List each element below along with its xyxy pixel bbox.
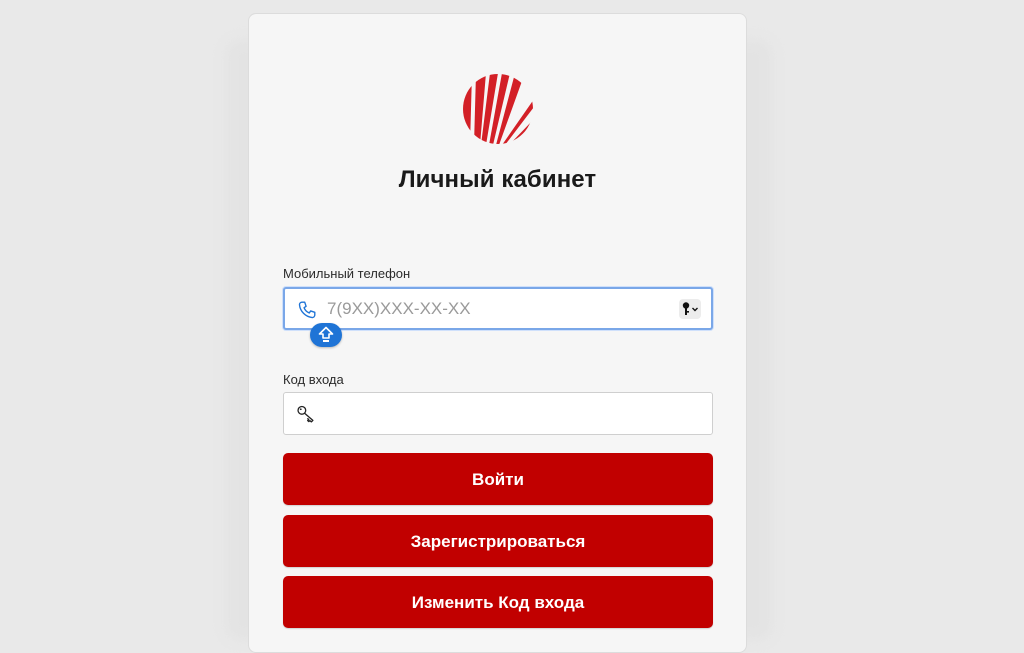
- keychain-icon: [682, 302, 698, 315]
- key-icon: [297, 405, 314, 423]
- keychain-autofill-button[interactable]: [679, 299, 701, 319]
- caps-lock-icon: [318, 326, 334, 342]
- phone-input[interactable]: [327, 295, 657, 323]
- code-field[interactable]: [283, 392, 713, 435]
- register-button[interactable]: Зарегистрироваться: [283, 515, 713, 567]
- code-input[interactable]: [326, 399, 656, 427]
- change-code-button[interactable]: Изменить Код входа: [283, 576, 713, 628]
- phone-label: Мобильный телефон: [283, 266, 411, 281]
- caps-lock-indicator: [310, 323, 342, 347]
- brand-logo: [463, 74, 533, 144]
- login-button[interactable]: Войти: [283, 453, 713, 505]
- phone-field[interactable]: [283, 287, 713, 330]
- code-label: Код входа: [283, 372, 344, 387]
- page-title: Личный кабинет: [398, 166, 597, 193]
- phone-icon: [298, 301, 316, 319]
